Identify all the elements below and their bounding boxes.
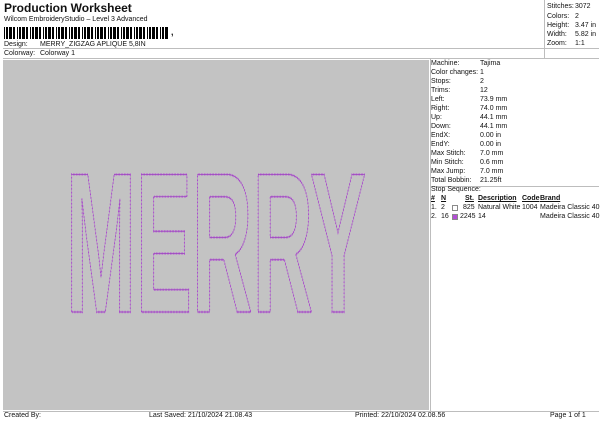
summary-zoom: Zoom: 1:1 xyxy=(547,40,585,47)
barcode-tail: , xyxy=(171,27,174,37)
summary-height: Height: 3.47 in xyxy=(547,22,597,29)
divider xyxy=(3,411,599,412)
header-description: Description xyxy=(478,195,517,202)
colorway-value: Colorway 1 xyxy=(40,50,76,57)
stop-sequence-table: # N St. Description Code Brand 1. 2 825 … xyxy=(431,195,600,222)
color-swatch xyxy=(452,205,458,211)
design-preview: MERRY MERRY xyxy=(3,60,429,410)
header-num: # xyxy=(431,195,435,202)
table-row: 2. 16 2245 14 Madeira Classic 40 xyxy=(431,213,600,220)
colorway-field: Colorway: Colorway 1 xyxy=(4,50,75,58)
footer-created-by: Created By: xyxy=(4,412,41,419)
summary-width: Width: 5.82 in xyxy=(547,31,597,38)
divider xyxy=(3,48,599,49)
software-name: Wilcom EmbroideryStudio – Level 3 Advanc… xyxy=(4,16,148,23)
color-swatch xyxy=(452,214,458,220)
header-code: Code xyxy=(522,195,540,202)
footer-last-saved: Last Saved: 21/10/2024 21.08.43 xyxy=(149,412,253,419)
divider xyxy=(544,0,545,58)
footer-printed: Printed: 22/10/2024 02.08.56 xyxy=(355,412,446,419)
worksheet-title: Production Worksheet xyxy=(4,1,132,15)
table-header: # N St. Description Code Brand xyxy=(431,195,599,204)
summary-colors: Colors: 2 xyxy=(547,13,579,20)
footer-page: Page 1 of 1 xyxy=(550,412,586,419)
header-st: St. xyxy=(465,195,474,202)
merry-placement-line: MERRY xyxy=(66,132,366,355)
header-n: N xyxy=(441,195,447,202)
barcode-image xyxy=(4,27,168,39)
colorway-label: Colorway: xyxy=(4,50,36,57)
divider xyxy=(3,58,599,59)
summary-stitches: Stitches:3072 xyxy=(547,3,591,10)
merry-stitch-preview: MERRY MERRY xyxy=(65,131,367,356)
header-brand: Brand xyxy=(540,195,561,202)
table-row: 1. 2 825 Natural White 1004 Madeira Clas… xyxy=(431,204,600,211)
